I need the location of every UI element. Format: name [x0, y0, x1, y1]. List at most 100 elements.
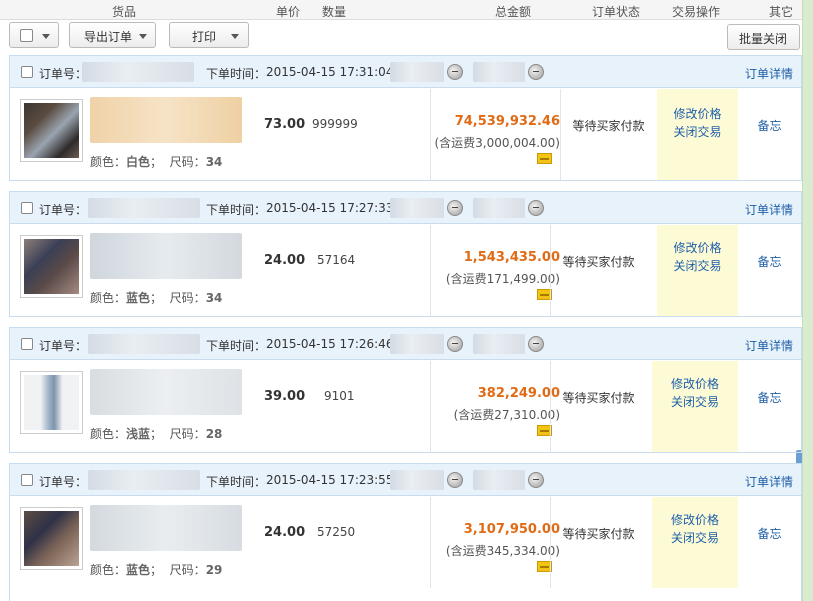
quantity: 9101 [324, 389, 355, 403]
print-button[interactable]: 打印 [169, 22, 249, 48]
seller-name-redacted [473, 334, 525, 354]
order-checkbox[interactable] [21, 66, 33, 78]
order-checkbox[interactable] [21, 338, 33, 350]
modify-price-link[interactable]: 修改价格 [652, 511, 738, 528]
unit-price: 73.00 [264, 117, 306, 132]
aliwangwang-chat-icon[interactable] [447, 64, 463, 80]
product-thumbnail[interactable] [20, 507, 83, 570]
aliwangwang-chat-icon[interactable] [528, 64, 544, 80]
spec-size: 34 [205, 291, 223, 305]
remark-link[interactable]: 备忘 [738, 253, 801, 270]
order-detail-link[interactable]: 订单详情 [745, 201, 793, 218]
order-time-label: 下单时间： [206, 339, 267, 353]
order-detail-link[interactable]: 订单详情 [745, 473, 793, 490]
shipping-fee: (含运费171,499.00) [445, 272, 560, 286]
remark-link[interactable]: 备忘 [738, 525, 801, 542]
remark-link[interactable]: 备忘 [738, 117, 801, 134]
export-orders-button[interactable]: 导出订单 [69, 22, 156, 48]
order-body: 颜色：蓝色； 尺码：29 24.00 57250 3,107,950.00 (含… [10, 497, 801, 588]
close-trade-link[interactable]: 关闭交易 [652, 529, 738, 546]
order-detail-link[interactable]: 订单详情 [745, 337, 793, 354]
shipping-fee: (含运费3,000,004.00) [434, 136, 560, 150]
product-thumbnail[interactable] [20, 235, 83, 298]
export-orders-label: 导出订单 [84, 30, 133, 44]
product-spec: 颜色：蓝色； 尺码：34 [90, 291, 223, 305]
aliwangwang-chat-icon[interactable] [528, 336, 544, 352]
col-goods: 货品 [112, 5, 137, 19]
col-quantity: 数量 [322, 5, 347, 19]
quantity: 999999 [312, 117, 358, 131]
col-unit-price: 单价 [276, 5, 301, 19]
payment-card-icon [537, 153, 552, 164]
trade-operations: 修改价格 关闭交易 [652, 497, 738, 588]
select-all-dropdown[interactable] [9, 22, 59, 48]
remark-link[interactable]: 备忘 [738, 389, 801, 406]
modify-price-link[interactable]: 修改价格 [652, 375, 738, 392]
chevron-down-icon [42, 34, 50, 39]
shipping-fee: (含运费27,310.00) [453, 408, 560, 422]
spec-color: 浅蓝 [126, 427, 151, 441]
order-header: 订单号： 下单时间： 2015-04-15 17:27:33 订单详情 [10, 192, 801, 224]
buyer-name-redacted [390, 62, 444, 82]
quantity: 57250 [317, 525, 356, 539]
spec-color-key: 颜色： [90, 291, 127, 305]
order-header: 订单号： 下单时间： 2015-04-15 17:31:04 订单详情 [10, 56, 801, 88]
seller-name-redacted [473, 62, 525, 82]
aliwangwang-chat-icon[interactable] [447, 200, 463, 216]
close-trade-link[interactable]: 关闭交易 [657, 123, 738, 140]
order-no-label: 订单号： [39, 339, 88, 353]
column-header-row: 货品 单价 数量 总金额 订单状态 交易操作 其它 [0, 0, 802, 20]
product-spec: 颜色：蓝色； 尺码：29 [90, 563, 223, 577]
order-checkbox[interactable] [21, 202, 33, 214]
product-thumbnail[interactable] [20, 99, 83, 162]
modify-price-link[interactable]: 修改价格 [657, 239, 738, 256]
spec-color: 白色 [126, 155, 151, 169]
spec-size-key: 尺码： [169, 291, 206, 305]
order-card: 订单号： 下单时间： 2015-04-15 17:27:33 订单详情 颜色：蓝… [9, 191, 802, 317]
spec-size: 34 [205, 155, 223, 169]
order-card: 订单号： 下单时间： 2015-04-15 17:31:04 订单详情 颜色：白… [9, 55, 802, 181]
spec-size: 28 [205, 427, 223, 441]
product-title-redacted[interactable] [90, 97, 242, 143]
unit-price: 24.00 [264, 253, 306, 268]
trade-operations: 修改价格 关闭交易 [657, 225, 738, 316]
unit-price: 24.00 [264, 525, 306, 540]
spec-color-key: 颜色： [90, 155, 127, 169]
quantity: 57164 [317, 253, 356, 267]
order-time: 2015-04-15 17:31:04 [266, 65, 394, 79]
modify-price-link[interactable]: 修改价格 [657, 105, 738, 122]
order-time-label: 下单时间： [206, 203, 267, 217]
order-header: 订单号： 下单时间： 2015-04-15 17:23:55 订单详情 [10, 464, 801, 496]
aliwangwang-chat-icon[interactable] [447, 336, 463, 352]
product-title-redacted[interactable] [90, 369, 242, 415]
order-detail-link[interactable]: 订单详情 [745, 65, 793, 82]
close-trade-link[interactable]: 关闭交易 [652, 393, 738, 410]
product-thumbnail[interactable] [20, 371, 83, 434]
aliwangwang-chat-icon[interactable] [528, 200, 544, 216]
seller-name-redacted [473, 198, 525, 218]
aliwangwang-chat-icon[interactable] [528, 472, 544, 488]
order-time-label: 下单时间： [206, 67, 267, 81]
spec-size-key: 尺码： [169, 563, 206, 577]
spec-color-key: 颜色： [90, 427, 127, 441]
order-card: 订单号： 下单时间： 2015-04-15 17:26:46 订单详情 颜色：浅… [9, 327, 802, 453]
product-title-redacted[interactable] [90, 233, 242, 279]
order-number-redacted [88, 334, 200, 354]
order-body: 颜色：蓝色； 尺码：34 24.00 57164 1,543,435.00 (含… [10, 225, 801, 316]
chevron-down-icon [139, 34, 147, 39]
order-time: 2015-04-15 17:27:33 [266, 201, 394, 215]
order-no-label: 订单号： [39, 67, 88, 81]
spec-size: 29 [205, 563, 223, 577]
order-checkbox[interactable] [21, 474, 33, 486]
total-amount: 74,539,932.46 [454, 114, 560, 129]
total-amount: 382,249.00 [477, 386, 560, 401]
select-all-checkbox[interactable] [20, 29, 33, 42]
order-card: 订单号： 下单时间： 2015-04-15 17:23:55 订单详情 颜色：蓝… [9, 463, 802, 601]
product-title-redacted[interactable] [90, 505, 242, 551]
chevron-down-icon [231, 34, 239, 39]
batch-close-button[interactable]: 批量关闭 [727, 24, 800, 50]
aliwangwang-chat-icon[interactable] [447, 472, 463, 488]
right-edge-strip [802, 0, 813, 601]
spec-color: 蓝色 [126, 291, 151, 305]
close-trade-link[interactable]: 关闭交易 [657, 257, 738, 274]
